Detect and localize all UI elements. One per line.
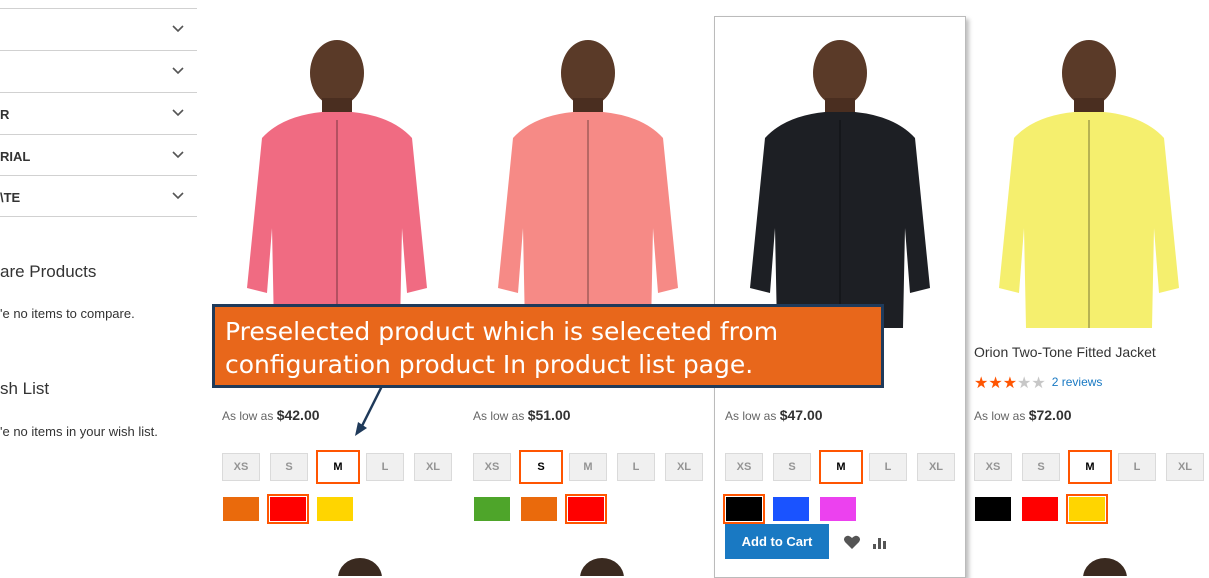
- size-option-l[interactable]: L: [869, 453, 907, 481]
- color-option[interactable]: [267, 494, 309, 524]
- color-option[interactable]: [317, 497, 353, 521]
- product-image[interactable]: [974, 28, 1204, 328]
- size-option-m[interactable]: M: [316, 450, 360, 484]
- color-option[interactable]: [975, 497, 1011, 521]
- size-option-xs[interactable]: XS: [974, 453, 1012, 481]
- size-option-m[interactable]: M: [569, 453, 607, 481]
- product-card[interactable]: As low as $51.00 XS S M L XL: [473, 0, 723, 576]
- filter-option-climate[interactable]: \TE: [0, 175, 197, 217]
- filter-label: \TE: [0, 190, 21, 205]
- price-box: As low as $72.00: [974, 407, 1072, 423]
- color-option[interactable]: [565, 494, 607, 524]
- price-label: As low as: [725, 409, 777, 423]
- color-option[interactable]: [723, 494, 765, 524]
- price-value: $47.00: [779, 407, 823, 423]
- rating-star-icon: ★: [1002, 375, 1018, 392]
- size-option-xs[interactable]: XS: [725, 453, 763, 481]
- price-label: As low as: [222, 409, 274, 423]
- compare-empty-text: 'e no items to compare.: [0, 306, 135, 321]
- product-image-next-row: [580, 558, 624, 576]
- price-value: $51.00: [527, 407, 571, 423]
- color-option[interactable]: [223, 497, 259, 521]
- wishlist-empty-text: 'e no items in your wish list.: [0, 424, 158, 439]
- filter-option-color[interactable]: R: [0, 92, 197, 134]
- rating-star-icon: ★: [1031, 375, 1046, 392]
- callout-line-2: configuration product In product list pa…: [225, 350, 754, 379]
- rating-star-icon: ★: [1017, 375, 1032, 392]
- callout-line-1: Preselected product which is seleceted f…: [225, 317, 779, 346]
- size-option-xl[interactable]: XL: [917, 453, 955, 481]
- filter-divider: [0, 216, 197, 217]
- color-option[interactable]: [1066, 494, 1108, 524]
- price-label: As low as: [974, 409, 1026, 423]
- chevron-down-icon: [172, 67, 184, 75]
- size-option-s[interactable]: S: [270, 453, 308, 481]
- color-option[interactable]: [820, 497, 856, 521]
- size-option-xs[interactable]: XS: [473, 453, 511, 481]
- size-option-s[interactable]: S: [519, 450, 563, 484]
- compare-icon[interactable]: [871, 534, 889, 550]
- rating-summary: ★★★★★ 2 reviews: [974, 373, 1102, 393]
- reviews-link[interactable]: 2 reviews: [1052, 375, 1103, 389]
- color-option[interactable]: [1022, 497, 1058, 521]
- product-image-next-row: [338, 558, 382, 576]
- callout-arrow-icon: [355, 385, 384, 436]
- add-to-cart-button[interactable]: Add to Cart: [725, 524, 829, 559]
- product-card[interactable]: As low as $42.00 XS S M L XL: [222, 0, 472, 576]
- filter-option-1[interactable]: [0, 8, 197, 50]
- size-option-m[interactable]: M: [819, 450, 863, 484]
- compare-title: are Products: [0, 262, 97, 281]
- product-image[interactable]: [725, 28, 955, 328]
- size-option-l[interactable]: L: [1118, 453, 1156, 481]
- price-box: As low as $42.00: [222, 407, 320, 423]
- price-value: $42.00: [276, 407, 320, 423]
- color-option[interactable]: [773, 497, 809, 521]
- size-option-xl[interactable]: XL: [1166, 453, 1204, 481]
- price-label: As low as: [473, 409, 525, 423]
- wishlist-title: sh List: [0, 379, 50, 398]
- size-option-s[interactable]: S: [773, 453, 811, 481]
- price-value: $72.00: [1028, 407, 1072, 423]
- size-option-xl[interactable]: XL: [414, 453, 452, 481]
- color-option[interactable]: [521, 497, 557, 521]
- filter-option-2[interactable]: [0, 50, 197, 92]
- product-name-link[interactable]: Orion Two-Tone Fitted Jacket: [974, 344, 1156, 360]
- chevron-down-icon: [172, 192, 184, 200]
- chevron-down-icon: [172, 109, 184, 117]
- color-option[interactable]: [474, 497, 510, 521]
- size-option-m[interactable]: M: [1068, 450, 1112, 484]
- product-card[interactable]: As low as $47.00 XS S M L XL Add to Cart: [714, 16, 966, 578]
- rating-star-icon: ★: [988, 375, 1003, 392]
- product-image-next-row: [1083, 558, 1127, 576]
- annotation-callout: Preselected product which is seleceted f…: [212, 304, 884, 388]
- price-box: As low as $47.00: [725, 407, 823, 423]
- size-option-xs[interactable]: XS: [222, 453, 260, 481]
- product-image[interactable]: [473, 28, 703, 328]
- filter-option-material[interactable]: RIAL: [0, 134, 197, 176]
- product-image[interactable]: [222, 28, 452, 328]
- size-option-l[interactable]: L: [366, 453, 404, 481]
- filter-label: R: [0, 107, 10, 122]
- rating-star-icon: ★: [974, 375, 989, 392]
- size-option-xl[interactable]: XL: [665, 453, 703, 481]
- chevron-down-icon: [172, 151, 184, 159]
- sidebar: R RIAL \TE are Products 'e no items to c…: [0, 0, 200, 576]
- chevron-down-icon: [172, 25, 184, 33]
- size-option-s[interactable]: S: [1022, 453, 1060, 481]
- price-box: As low as $51.00: [473, 407, 571, 423]
- size-option-l[interactable]: L: [617, 453, 655, 481]
- product-card[interactable]: Orion Two-Tone Fitted Jacket ★★★★★ 2 revie…: [974, 0, 1209, 576]
- heart-icon[interactable]: [843, 534, 861, 550]
- filter-label: RIAL: [0, 149, 31, 164]
